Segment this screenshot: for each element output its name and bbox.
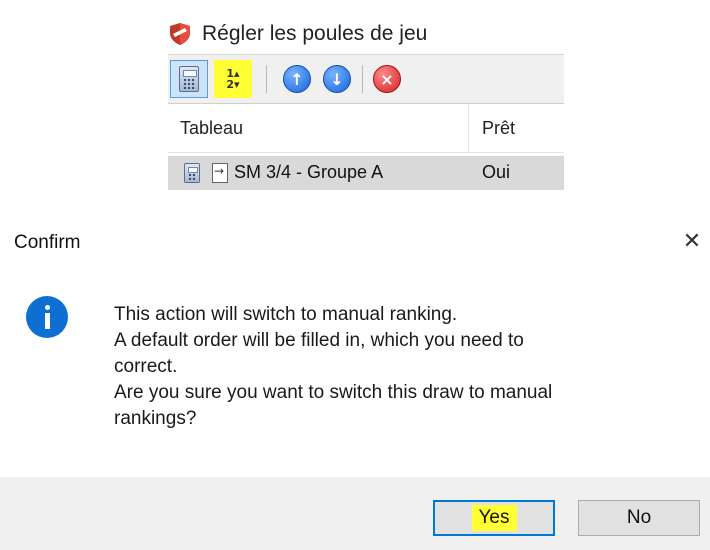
close-icon[interactable]: ✕ (678, 226, 706, 256)
delete-icon: × (373, 65, 401, 93)
message-line: rankings? (114, 408, 197, 429)
dialog-button-bar: Yes No (0, 477, 710, 550)
window-title-bar: Régler les poules de jeu (168, 20, 427, 48)
row-pret: Oui (482, 162, 511, 182)
calculator-icon (184, 163, 200, 183)
column-divider[interactable] (468, 104, 469, 152)
sort-numeric-button[interactable]: 1▴ 2▾ (214, 60, 252, 98)
column-header-pret[interactable]: Prêt (482, 118, 515, 139)
column-header-tableau[interactable]: Tableau (180, 118, 243, 139)
row-tableau: SM 3/4 - Groupe A (234, 162, 384, 182)
yes-button-label: Yes (471, 505, 517, 531)
sort-glyph-bottom: 2▾ (226, 78, 240, 91)
yes-button[interactable]: Yes (433, 500, 555, 536)
message-line: A default order will be filled in, which… (114, 330, 524, 351)
toolbar-separator (266, 65, 267, 93)
dialog-title: Confirm (14, 232, 81, 253)
message-line: correct. (114, 356, 178, 377)
message-line: Are you sure you want to switch this dra… (114, 382, 553, 403)
draw-settings-window: Régler les poules de jeu 1▴ 2▾ ↑ ↓ × Tab… (168, 0, 564, 196)
toolbar-separator (362, 65, 363, 93)
sort-numeric-icon: 1▴ 2▾ (226, 68, 239, 90)
message-line: This action will switch to manual rankin… (114, 304, 458, 325)
info-icon (26, 296, 68, 338)
toolbar: 1▴ 2▾ ↑ ↓ × (168, 54, 564, 104)
arrow-down-icon: ↓ (323, 65, 351, 93)
arrow-up-icon: ↑ (283, 65, 311, 93)
delete-button[interactable]: × (368, 60, 406, 98)
window-title: Régler les poules de jeu (202, 22, 428, 45)
move-up-button[interactable]: ↑ (278, 60, 316, 98)
move-down-button[interactable]: ↓ (318, 60, 356, 98)
calculator-icon (179, 66, 199, 92)
draw-icon (212, 163, 228, 183)
no-button[interactable]: No (578, 500, 700, 536)
list-header: Tableau Prêt (168, 104, 564, 153)
calculator-button[interactable] (170, 60, 208, 98)
dialog-message: This action will switch to manual rankin… (114, 302, 684, 432)
shield-icon (170, 23, 190, 45)
list-item[interactable]: SM 3/4 - Groupe A Oui (168, 156, 564, 190)
